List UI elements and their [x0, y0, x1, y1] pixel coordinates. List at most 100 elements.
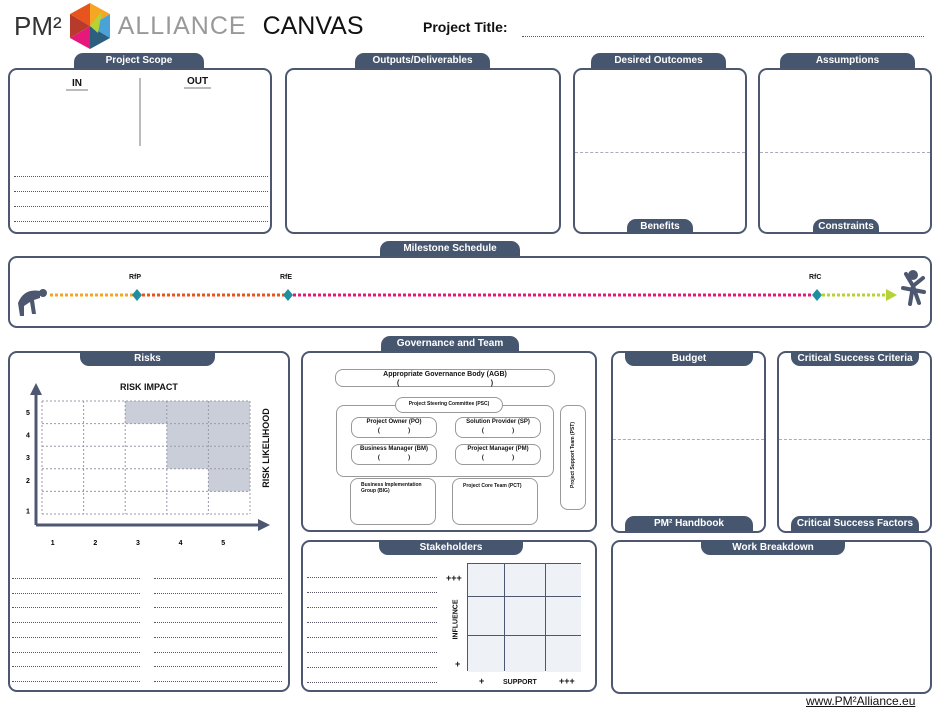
work-tab: Work Breakdown — [701, 540, 845, 555]
support-high: +++ — [559, 676, 575, 686]
psc-outer — [336, 405, 554, 477]
milestone-rfe-label: RfE — [280, 274, 293, 281]
risk-x-tick: 3 — [136, 540, 140, 547]
project-title-input[interactable] — [522, 36, 924, 37]
milestone-rfp-label: RfP — [129, 274, 142, 281]
timeline-arrow — [886, 289, 897, 301]
logo: PM² ALLIANCE CANVAS — [14, 3, 364, 49]
risk-shaded-cell — [208, 401, 250, 424]
stakeholders-tab: Stakeholders — [379, 540, 523, 555]
stake-grid — [467, 563, 581, 672]
milestone-rfc-label: RfC — [809, 274, 822, 281]
assumptions-panel[interactable]: Constraints — [758, 68, 932, 234]
risk-shaded-cell — [208, 468, 250, 492]
desired-outcomes-panel[interactable]: Benefits — [573, 68, 747, 234]
milestone-tab: Milestone Schedule — [380, 241, 520, 256]
logo-pm2: PM² — [14, 10, 62, 41]
risks-panel[interactable]: Risks RISK IMPACT RISK LIKELIHOOD 123451… — [8, 351, 290, 692]
outcomes-tab: Desired Outcomes — [591, 53, 726, 68]
risk-entry-line[interactable] — [154, 607, 282, 609]
bm-box[interactable]: Business Manager (BM)( ) — [351, 444, 437, 465]
milestone-rfp-diamond — [132, 289, 142, 301]
risk-entry-line[interactable] — [12, 636, 140, 638]
pst-box[interactable]: Project Support Team (PST) — [560, 405, 586, 510]
outputs-panel[interactable] — [285, 68, 561, 234]
governance-tab: Governance and Team — [381, 336, 519, 351]
milestone-panel[interactable]: RfP RfE RfC — [8, 256, 932, 328]
stakeholder-entry-line[interactable] — [307, 622, 437, 623]
risk-entry-line[interactable] — [12, 607, 140, 609]
stakeholder-entry-line[interactable] — [307, 652, 437, 653]
risk-x-tick: 4 — [179, 540, 183, 547]
csc-tab: Critical Success Criteria — [791, 351, 919, 366]
risk-y-tick: 2 — [26, 478, 30, 485]
constraints-tab: Constraints — [813, 219, 879, 234]
risk-entry-line[interactable] — [12, 592, 140, 594]
milestone-rfe-diamond — [283, 289, 293, 301]
project-scope-panel[interactable]: IN OUT — [8, 68, 272, 234]
stakeholder-entry-line[interactable] — [307, 667, 437, 668]
agb-box[interactable]: Appropriate Governance Body (AGB)( ) — [335, 369, 555, 387]
logo-alliance: ALLIANCE — [117, 11, 247, 40]
risk-shaded-cell — [166, 446, 209, 469]
risk-entry-line[interactable] — [12, 622, 140, 624]
benefits-tab: Benefits — [627, 219, 693, 234]
pm-box[interactable]: Project Manager (PM)( ) — [455, 444, 541, 465]
sp-box[interactable]: Solution Provider (SP)( ) — [455, 417, 541, 438]
influence-high: +++ — [446, 573, 462, 583]
risk-shaded-cell — [125, 401, 167, 424]
influence-low: + — [455, 659, 461, 669]
handbook-tab: PM² Handbook — [625, 516, 753, 531]
support-label: SUPPORT — [503, 679, 537, 686]
risk-entry-line[interactable] — [154, 636, 282, 638]
logo-canvas: CANVAS — [262, 11, 364, 40]
risk-shaded-cell — [208, 423, 250, 447]
risk-entry-line[interactable] — [12, 680, 140, 682]
governance-panel[interactable]: Appropriate Governance Body (AGB)( ) Pro… — [301, 351, 597, 532]
project-title-label: Project Title: — [423, 19, 508, 35]
risk-shaded-cell — [166, 423, 209, 447]
footer-url[interactable]: www.PM²Alliance.eu — [806, 694, 915, 708]
po-box[interactable]: Project Owner (PO)( ) — [351, 417, 437, 438]
risk-entry-line[interactable] — [12, 651, 140, 653]
risk-x-tick: 1 — [51, 540, 55, 547]
work-breakdown-panel[interactable]: Work Breakdown — [611, 540, 932, 694]
runner-finish-icon — [901, 270, 926, 306]
risk-y-tick: 1 — [26, 508, 30, 515]
risk-entry-line[interactable] — [154, 578, 282, 579]
scope-divider — [139, 78, 141, 146]
big-box[interactable]: Business Implementation Group (BIG) — [350, 478, 436, 525]
stakeholder-entry-line[interactable] — [307, 592, 437, 593]
scope-in-label: IN — [66, 78, 88, 91]
risk-entry-line[interactable] — [154, 622, 282, 624]
stakeholder-entry-line[interactable] — [307, 637, 437, 638]
assumptions-tab: Assumptions — [780, 53, 915, 68]
runner-start-icon — [18, 289, 47, 316]
risk-y-tick: 5 — [26, 410, 30, 417]
stakeholder-entry-line[interactable] — [307, 577, 437, 578]
outputs-tab: Outputs/Deliverables — [355, 53, 490, 68]
risk-y-arrow — [30, 383, 42, 395]
risk-entry-line[interactable] — [154, 651, 282, 653]
risk-shaded-cell — [166, 401, 209, 424]
csc-panel[interactable]: Critical Success Criteria Critical Succe… — [777, 351, 932, 533]
psc-box[interactable]: Project Steering Committee (PSC) — [395, 397, 503, 413]
risk-entry-line[interactable] — [12, 666, 140, 668]
stakeholder-entry-line[interactable] — [307, 682, 437, 683]
pct-box[interactable]: Project Core Team (PCT) — [452, 478, 538, 525]
risk-y-tick: 3 — [26, 455, 30, 462]
csf-tab: Critical Success Factors — [791, 516, 919, 531]
risk-entry-line[interactable] — [154, 666, 282, 668]
risk-entry-line[interactable] — [154, 592, 282, 594]
risk-entry-line[interactable] — [154, 680, 282, 682]
risk-x-tick: 2 — [93, 540, 97, 547]
risk-x-tick: 5 — [221, 540, 225, 547]
scope-tab: Project Scope — [74, 53, 204, 68]
risk-shaded-cell — [208, 446, 250, 469]
influence-label: INFLUENCE — [452, 599, 460, 640]
budget-panel[interactable]: Budget PM² Handbook — [611, 351, 766, 533]
risk-y-tick: 4 — [26, 433, 30, 440]
risk-entry-line[interactable] — [12, 578, 140, 579]
stakeholder-entry-line[interactable] — [307, 607, 437, 608]
stakeholders-panel[interactable]: Stakeholders +++ + INFLUENCE + SUPPORT +… — [301, 540, 597, 692]
